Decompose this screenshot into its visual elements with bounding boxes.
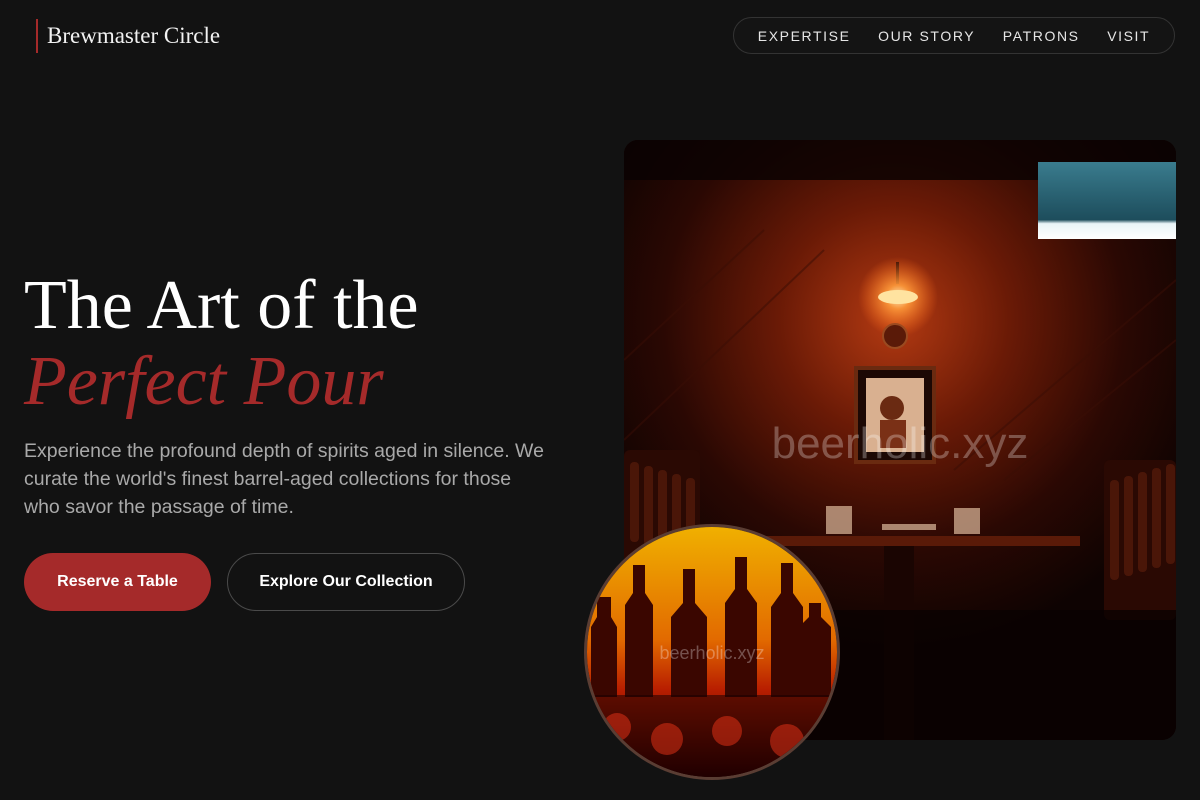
nav-item-expertise[interactable]: EXPERTISE [758, 28, 851, 44]
hero-description: Experience the profound depth of spirits… [24, 440, 544, 518]
nav-item-patrons[interactable]: PATRONS [1003, 28, 1080, 44]
explore-collection-button[interactable]: Explore Our Collection [227, 553, 465, 611]
circle-photo-watermark: beerholic.xyz [659, 643, 764, 663]
nav-item-our-story[interactable]: OUR STORY [878, 28, 975, 44]
hero-title-accent: Perfect Pour [24, 343, 384, 420]
brand-logo[interactable]: Brewmaster Circle [36, 19, 220, 53]
reserve-table-button[interactable]: Reserve a Table [24, 553, 211, 611]
brand-name: Brewmaster Circle [47, 23, 221, 48]
hero-title-line1: The Art of the [24, 267, 419, 344]
main-photo-watermark: beerholic.xyz [772, 419, 1029, 468]
nav-item-visit[interactable]: VISIT [1107, 28, 1150, 44]
bottles-illustration: beerholic.xyz [587, 527, 837, 777]
main-nav: EXPERTISE OUR STORY PATRONS VISIT [733, 17, 1175, 54]
bottles-photo: beerholic.xyz [584, 524, 840, 780]
hero-title: The Art of the Perfect Pour [24, 268, 419, 420]
